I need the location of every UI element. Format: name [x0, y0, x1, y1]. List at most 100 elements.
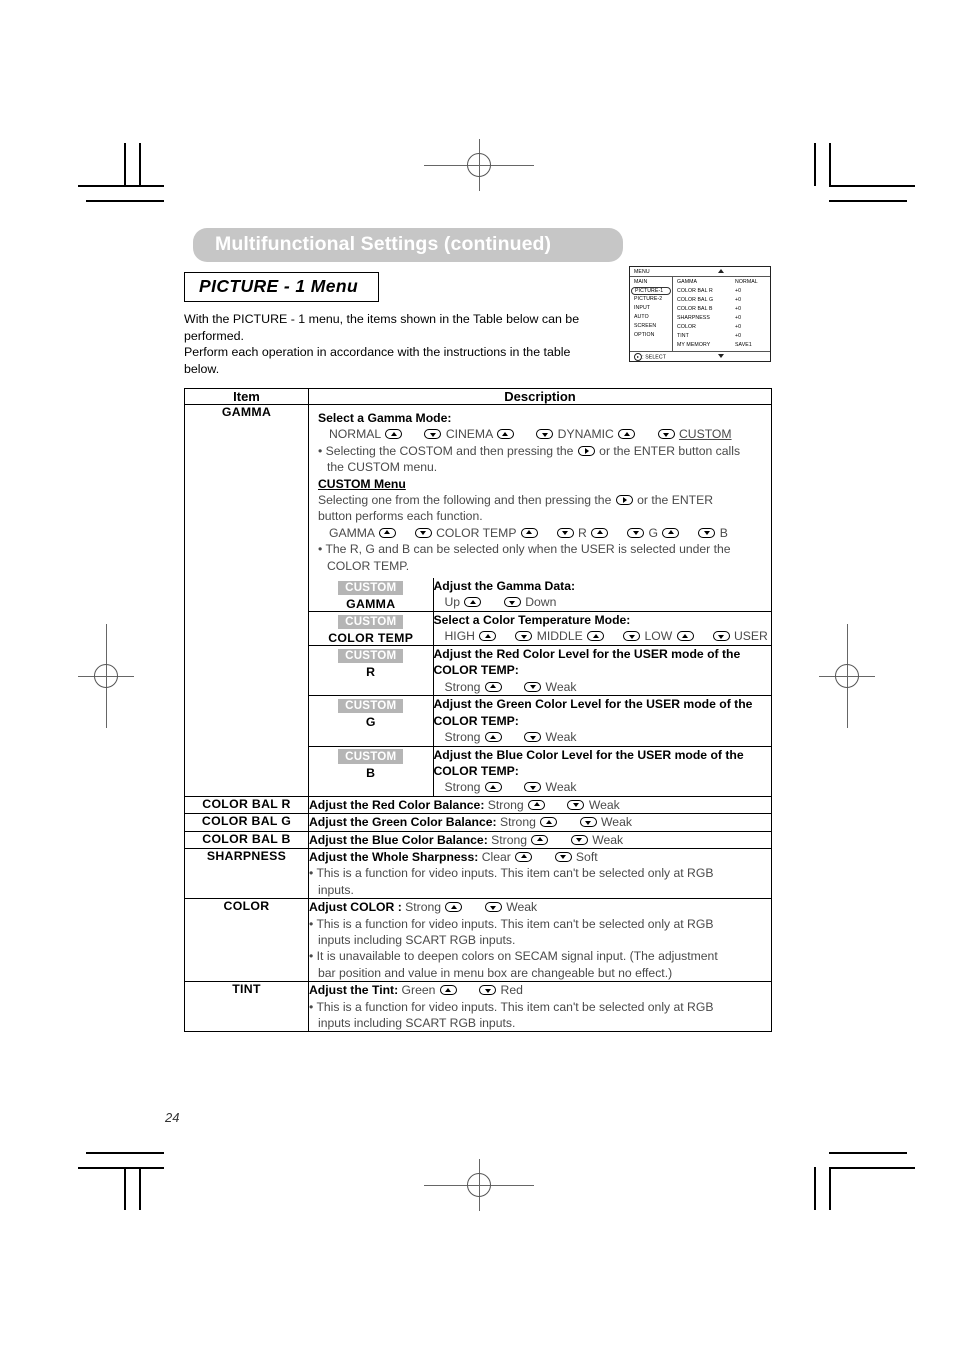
- osd-category-picture-1[interactable]: PICTURE-1: [631, 287, 671, 295]
- note-text-a: This is a function for video inputs. Thi…: [316, 866, 714, 881]
- color-note-1: • This is a function for video inputs. T…: [309, 916, 771, 949]
- osd-setting-row: GAMMA NORMAL: [673, 278, 770, 287]
- description-color-bal-g: Adjust the Green Color Balance: Strong W…: [308, 813, 772, 832]
- custom-seq-r: R: [577, 525, 587, 540]
- custom-seq-b: B: [719, 525, 728, 540]
- up-key-icon: [662, 527, 680, 538]
- gamma-note-1-text-a: Selecting the COSTOM and then pressing t…: [325, 443, 574, 458]
- gamma-note-2: • The R, G and B can be selected only wh…: [318, 541, 764, 574]
- color-note-2: • It is unavailable to deepen colors on …: [309, 948, 771, 981]
- subtable-row-custom-r: CUSTOM R Adjust the Red Color Level for …: [309, 645, 771, 697]
- description-sharpness: Adjust the Whole Sharpness: Clear Soft •…: [308, 847, 772, 900]
- triangle-up-icon: [672, 268, 770, 275]
- intro-line-1: With the PICTURE - 1 menu, the items sho…: [184, 312, 580, 343]
- osd-setting-name: MY MEMORY: [677, 342, 711, 348]
- osd-category-auto[interactable]: AUTO: [630, 313, 672, 322]
- subtable-row-custom-gamma: CUSTOM GAMMA Adjust the Gamma Data: Up D…: [309, 578, 772, 613]
- up-key-icon: [520, 527, 538, 538]
- intro-line-2: Perform each operation in accordance wit…: [184, 345, 571, 376]
- crop-mark-top-right-v1: [814, 143, 816, 186]
- sub-adjust-row: Strong Weak: [434, 729, 772, 745]
- sub-adjust-row: Strong Weak: [434, 779, 772, 795]
- description-tint: Adjust the Tint: Green Red • This is a f…: [308, 981, 772, 1033]
- note-text-a: This is a function for video inputs. Thi…: [316, 999, 714, 1014]
- sub-adjust-row: Up Down: [434, 594, 772, 610]
- osd-category-screen[interactable]: SCREEN: [630, 322, 672, 331]
- osd-setting-name: TINT: [677, 333, 689, 339]
- up-key-icon: [484, 681, 502, 692]
- osd-setting-value: +0: [735, 297, 742, 303]
- osd-body: MAIN PICTURE-1 PICTURE-2 INPUT AUTO SCRE…: [630, 277, 770, 351]
- intro-paragraph: With the PICTURE - 1 menu, the items sho…: [184, 311, 604, 377]
- crop-mark-bottom-left-v1: [124, 1167, 126, 1210]
- down-key-icon: [524, 782, 542, 793]
- custom-subtable: CUSTOM GAMMA Adjust the Gamma Data: Up D…: [309, 578, 771, 796]
- osd-menu-illustration: MENU MAIN PICTURE-1 PICTURE-2 INPUT AUTO…: [629, 266, 771, 362]
- gamma-mode-sequence: NORMAL CINEMA DYNAMIC CUSTOM: [318, 426, 764, 442]
- adjust-left-label: Clear: [481, 849, 511, 864]
- gamma-mode-custom: CUSTOM: [678, 427, 732, 442]
- osd-top-bar: MENU: [630, 267, 770, 277]
- sharpness-note: • This is a function for video inputs. T…: [309, 865, 771, 898]
- adjust-right-label: Down: [525, 595, 557, 610]
- up-key-icon: [587, 631, 605, 642]
- right-key-icon: [577, 445, 595, 456]
- item-label-color-bal-b: COLOR BAL B: [184, 830, 309, 849]
- custom-badge: CUSTOM: [338, 580, 404, 596]
- osd-category-main[interactable]: MAIN: [630, 278, 672, 287]
- down-key-icon: [698, 527, 716, 538]
- up-key-icon: [484, 732, 502, 743]
- note-text-b: inputs.: [318, 882, 354, 897]
- adjust-left-label: Strong: [444, 679, 481, 694]
- sub-item-custom-g: CUSTOM G: [309, 695, 434, 747]
- osd-setting-value: SAVE1: [735, 342, 752, 348]
- osd-setting-row: MY MEMORY SAVE1: [673, 341, 770, 350]
- down-key-icon: [554, 851, 572, 862]
- table-header-item: Item: [184, 388, 309, 405]
- color-temp-sequence: HIGH MIDDLE LOW USER: [434, 628, 772, 644]
- down-key-icon: [556, 527, 574, 538]
- osd-setting-row: TINT +0: [673, 332, 770, 341]
- table-row-color: COLOR Adjust COLOR : Strong Weak • This …: [184, 898, 772, 983]
- down-key-icon: [484, 902, 502, 913]
- osd-setting-name: COLOR BAL R: [677, 288, 713, 294]
- custom-menu-text-a: Selecting one from the following and the…: [318, 493, 612, 508]
- osd-setting-name: GAMMA: [677, 279, 698, 285]
- heading: Adjust the Blue Color Balance:: [309, 832, 488, 847]
- subtable-row-custom-color-temp: CUSTOM COLOR TEMP Select a Color Tempera…: [309, 611, 772, 647]
- right-arrow-key-icon: ▸: [634, 352, 643, 361]
- heading: Adjust the Whole Sharpness:: [309, 849, 479, 864]
- section-title: PICTURE - 1 Menu: [199, 276, 359, 296]
- adjust-left-label: Strong: [405, 900, 442, 915]
- up-key-icon: [385, 429, 403, 440]
- table-header-row: Item Description: [184, 388, 772, 405]
- note-text-a: It is unavailable to deepen colors on SE…: [316, 949, 718, 964]
- gamma-mode-normal: NORMAL: [329, 427, 381, 442]
- up-key-icon: [445, 902, 463, 913]
- adjust-left-label: Strong: [491, 832, 528, 847]
- note-text-b: inputs including SCART RGB inputs.: [318, 932, 516, 947]
- table-row-gamma: GAMMA Select a Gamma Mode: NORMAL CINEMA: [184, 404, 772, 797]
- osd-category-option[interactable]: OPTION: [630, 331, 672, 340]
- color-temp-middle: MIDDLE: [536, 629, 583, 644]
- osd-setting-row: COLOR BAL G +0: [673, 296, 770, 305]
- osd-category-picture-2[interactable]: PICTURE-2: [630, 295, 672, 304]
- osd-setting-row: COLOR BAL R +0: [673, 287, 770, 296]
- custom-badge: CUSTOM: [338, 749, 404, 764]
- osd-category-input[interactable]: INPUT: [630, 304, 672, 313]
- custom-badge: CUSTOM: [338, 648, 404, 664]
- down-key-icon: [579, 817, 597, 828]
- section-title-box: PICTURE - 1 Menu: [184, 272, 380, 302]
- custom-menu-text-b: or the ENTER: [637, 493, 714, 508]
- down-key-icon: [623, 631, 641, 642]
- settings-table: Item Description GAMMA Select a Gamma Mo…: [184, 388, 772, 1033]
- custom-seq-gamma: GAMMA: [329, 525, 375, 540]
- table-row-color-bal-g: COLOR BAL G Adjust the Green Color Balan…: [184, 813, 772, 832]
- crop-mark-top-left-h1: [78, 185, 164, 187]
- osd-setting-name: COLOR BAL G: [677, 297, 714, 303]
- crop-mark-bottom-left-h1: [86, 1152, 164, 1154]
- osd-setting-value: +0: [735, 333, 742, 339]
- gamma-heading: Select a Gamma Mode:: [318, 411, 452, 425]
- heading: Adjust COLOR :: [309, 900, 402, 915]
- osd-setting-value: NORMAL: [735, 279, 758, 285]
